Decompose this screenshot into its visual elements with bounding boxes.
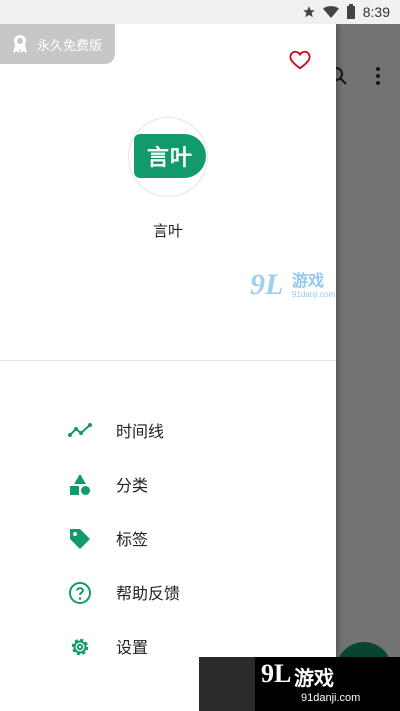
heart-icon[interactable] (289, 49, 311, 71)
svg-text:91danji.com: 91danji.com (292, 290, 335, 299)
menu-item-label: 帮助反馈 (116, 584, 181, 603)
app-logo: 言叶 (134, 134, 206, 178)
menu-item-label: 标签 (116, 530, 149, 549)
header-divider (0, 360, 336, 361)
status-time: 8:39 (362, 4, 390, 20)
category-icon (70, 474, 90, 495)
app-avatar[interactable]: 言叶 (128, 117, 208, 197)
svg-text:9L: 9L (250, 268, 283, 301)
watermark-brand: 游戏 (294, 666, 334, 690)
battery-icon (346, 4, 355, 19)
site-logo-icon (199, 657, 255, 711)
tag-icon (70, 529, 90, 549)
help-icon (69, 582, 91, 604)
watermark-number: 9L (261, 659, 292, 688)
site-watermark-logo: 9L 游戏 91danji.com (250, 268, 335, 301)
site-watermark-banner: 9L 游戏 91danji.com (199, 657, 400, 711)
settings-icon (71, 638, 89, 656)
navigation-drawer: 永久免费版 言叶 言叶 9L 游戏 91danji.com 时间线 分类 标签 … (0, 24, 336, 711)
menu-item-timeline[interactable]: 时间线 (0, 403, 336, 457)
timeline-icon (68, 423, 92, 437)
menu-item-label: 分类 (116, 476, 149, 495)
svg-text:游戏: 游戏 (292, 271, 324, 290)
menu-item-label: 时间线 (116, 422, 165, 441)
status-bar: 8:39 (0, 0, 400, 24)
menu-item-tags[interactable]: 标签 (0, 511, 336, 565)
drawer-header: 永久免费版 言叶 言叶 9L 游戏 91danji.com (0, 24, 336, 360)
menu-item-label: 设置 (116, 638, 149, 657)
wifi-icon (322, 6, 339, 19)
avatar-text: 言叶 (146, 146, 193, 171)
watermark-url: 91danji.com (301, 692, 361, 704)
menu-item-category[interactable]: 分类 (0, 457, 336, 511)
star-icon (302, 6, 315, 18)
menu-item-help-feedback[interactable]: 帮助反馈 (0, 565, 336, 619)
badge-label: 永久免费版 (37, 38, 103, 54)
free-version-badge: 永久免费版 (0, 24, 115, 64)
award-icon (13, 35, 27, 53)
app-name: 言叶 (152, 222, 183, 240)
